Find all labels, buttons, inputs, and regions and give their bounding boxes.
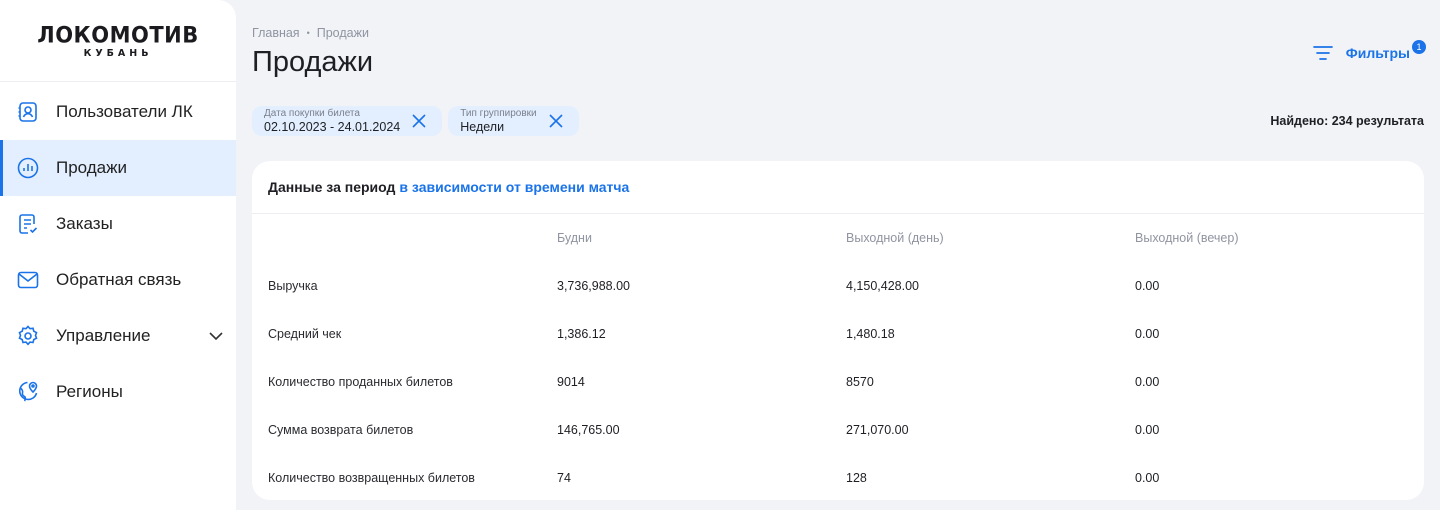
table-cell: 0.00	[1135, 423, 1160, 437]
receipt-icon	[16, 212, 40, 236]
column-header	[252, 214, 557, 262]
table-cell: 0.00	[1135, 375, 1160, 389]
breadcrumb-home[interactable]: Главная	[252, 26, 300, 40]
results-count: Найдено: 234 результата	[1270, 114, 1424, 128]
card-title: Данные за период	[268, 179, 396, 195]
breadcrumb: Главная • Продажи	[252, 26, 369, 40]
page-title: Продажи	[252, 46, 374, 78]
table-cell: 9014	[557, 375, 585, 389]
sidebar-item-management[interactable]: Управление	[0, 308, 236, 364]
row-label: Сумма возврата билетов	[268, 423, 414, 437]
filters-label: Фильтры	[1345, 45, 1410, 61]
logo-main-text: ЛОКОМОТИВ	[37, 21, 199, 48]
data-card: Данные за период в зависимости от времен…	[252, 161, 1424, 500]
gear-icon	[16, 324, 40, 348]
row-label: Выручка	[268, 279, 318, 293]
table-cell: 0.00	[1135, 327, 1160, 341]
filters-button[interactable]: Фильтры 1	[1312, 40, 1426, 64]
user-card-icon	[16, 100, 40, 124]
table-row: Выручка 3,736,988.00 4,150,428.00 0.00	[252, 262, 1424, 310]
data-table: Будни Выходной (день) Выходной (вечер) В…	[252, 214, 1424, 502]
column-header: Будни	[557, 231, 592, 245]
table-row: Средний чек 1,386.12 1,480.18 0.00	[252, 310, 1424, 358]
logo[interactable]: ЛОКОМОТИВ КУБАНЬ	[0, 0, 236, 82]
sidebar-item-label: Регионы	[56, 382, 123, 401]
table-header-row: Будни Выходной (день) Выходной (вечер)	[252, 214, 1424, 262]
breadcrumb-current: Продажи	[316, 26, 369, 40]
sidebar-item-users[interactable]: Пользователи ЛК	[0, 84, 236, 140]
chip-label: Тип группировки	[460, 107, 537, 119]
chip-value: 02.10.2023 - 24.01.2024	[264, 119, 401, 134]
sidebar-item-orders[interactable]: Заказы	[0, 196, 236, 252]
table-cell: 3,736,988.00	[557, 279, 630, 293]
mail-icon	[16, 268, 40, 292]
main-content: Главная • Продажи Продажи Фильтры 1 Дата…	[236, 0, 1440, 510]
table-cell: 146,765.00	[557, 423, 620, 437]
sidebar-item-label: Заказы	[56, 214, 113, 233]
sidebar-item-label: Обратная связь	[56, 270, 182, 289]
sidebar-item-regions[interactable]: Регионы	[0, 364, 236, 420]
table-cell: 1,480.18	[846, 327, 895, 341]
chip-value: Недели	[460, 119, 505, 134]
table-row: Сумма возврата билетов 146,765.00 271,07…	[252, 406, 1424, 454]
close-icon[interactable]	[547, 112, 565, 130]
table-row: Количество возвращенных билетов 74 128 0…	[252, 454, 1424, 502]
period-mode-link[interactable]: в зависимости от времени матча	[399, 179, 629, 195]
sidebar-item-label: Пользователи ЛК	[56, 102, 193, 121]
chart-circle-icon	[16, 156, 40, 180]
sidebar-item-label: Управление	[56, 326, 151, 345]
table-cell: 271,070.00	[846, 423, 909, 437]
sidebar-item-label: Продажи	[56, 158, 127, 177]
sidebar: ЛОКОМОТИВ КУБАНЬ Пользователи ЛК Продажи…	[0, 0, 236, 510]
filter-lines-icon	[1312, 46, 1333, 60]
table-cell: 0.00	[1135, 279, 1160, 293]
card-header: Данные за период в зависимости от времен…	[252, 161, 1424, 214]
filter-chip-grouping: Тип группировки Недели	[448, 106, 579, 136]
filters-count-badge: 1	[1412, 40, 1426, 54]
column-header: Выходной (вечер)	[1135, 231, 1239, 245]
sidebar-nav: Пользователи ЛК Продажи Заказы Обратная …	[0, 84, 236, 420]
row-label: Количество возвращенных билетов	[268, 471, 475, 485]
globe-pin-icon	[16, 380, 40, 404]
close-icon[interactable]	[410, 112, 428, 130]
table-row: Количество проданных билетов 9014 8570 0…	[252, 358, 1424, 406]
sidebar-item-sales[interactable]: Продажи	[0, 140, 236, 196]
chevron-down-icon[interactable]	[208, 328, 224, 344]
logo-sub-text: КУБАНЬ	[83, 47, 153, 59]
row-label: Количество проданных билетов	[268, 375, 453, 389]
row-label: Средний чек	[268, 327, 342, 341]
column-header: Выходной (день)	[846, 231, 944, 245]
table-cell: 0.00	[1135, 471, 1160, 485]
chip-label: Дата покупки билета	[264, 107, 360, 119]
table-cell: 4,150,428.00	[846, 279, 919, 293]
table-cell: 128	[846, 471, 867, 485]
filter-chip-date: Дата покупки билета 02.10.2023 - 24.01.2…	[252, 106, 443, 136]
sidebar-item-feedback[interactable]: Обратная связь	[0, 252, 236, 308]
table-cell: 8570	[846, 375, 874, 389]
table-cell: 74	[557, 471, 571, 485]
active-filter-chips: Дата покупки билета 02.10.2023 - 24.01.2…	[252, 106, 579, 136]
breadcrumb-separator: •	[306, 28, 310, 38]
table-cell: 1,386.12	[557, 327, 606, 341]
